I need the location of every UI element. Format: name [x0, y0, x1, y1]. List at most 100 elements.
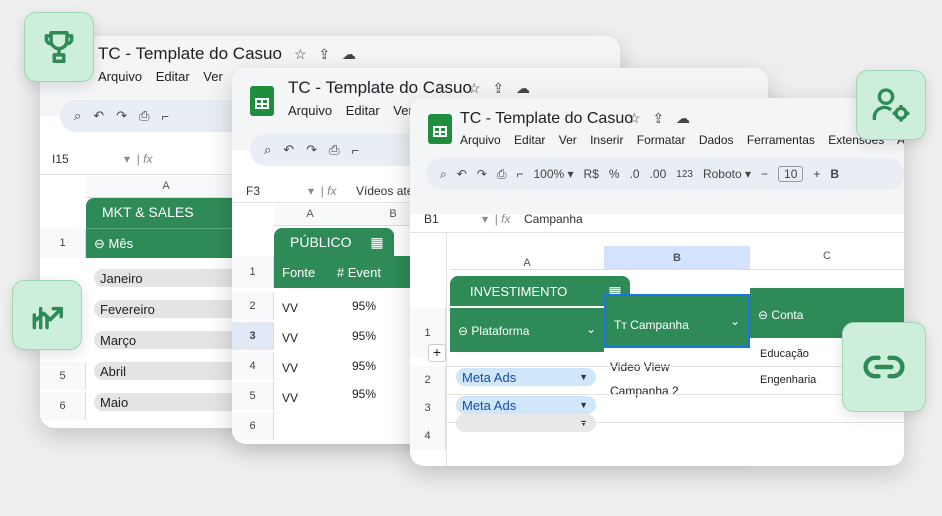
campaign-cell[interactable]: Video View: [610, 360, 670, 374]
cell[interactable]: VV: [282, 361, 298, 375]
currency-button[interactable]: R$: [584, 167, 599, 181]
row-header-1[interactable]: 1: [40, 228, 86, 258]
undo-icon[interactable]: ↶: [93, 108, 104, 124]
menu-editar[interactable]: Editar: [514, 133, 545, 147]
row-header-5[interactable]: 5: [40, 362, 86, 390]
row-header-3[interactable]: 3: [410, 394, 446, 422]
bold-button[interactable]: B: [830, 167, 839, 181]
column-header-a[interactable]: A: [450, 246, 604, 270]
search-icon[interactable]: ⌕: [74, 108, 81, 124]
toolbar: ⌕ ↶ ↷ ⎙ ⌐ 100% ▾ R$ % .0 .00 123 Roboto …: [426, 158, 904, 190]
redo-icon[interactable]: ↷: [306, 142, 317, 158]
month-chip[interactable]: Maio: [94, 393, 244, 411]
undo-icon[interactable]: ↶: [283, 142, 294, 158]
platform-chip[interactable]: Meta Ads ▼: [456, 396, 596, 414]
row-header-4[interactable]: 4: [232, 352, 274, 380]
cell[interactable]: 95%: [352, 299, 376, 313]
menu-editar[interactable]: Editar: [156, 69, 190, 84]
cell[interactable]: VV: [282, 301, 298, 315]
zoom-select[interactable]: 100% ▾: [533, 167, 573, 181]
user-settings-badge: [856, 70, 926, 140]
field-header-campanha[interactable]: Tт Campanha ⌄: [604, 294, 750, 348]
row-header-2[interactable]: 2: [410, 366, 446, 394]
cell[interactable]: 95%: [352, 329, 376, 343]
title-actions[interactable]: ☆ ⇪ ☁: [468, 80, 534, 97]
field-fonte[interactable]: Fonte: [282, 265, 315, 280]
menu-formatar[interactable]: Formatar: [637, 133, 686, 147]
row-header-4[interactable]: 4: [410, 422, 446, 450]
menu-arquivo[interactable]: Arquivo: [288, 103, 332, 118]
redo-icon[interactable]: ↷: [477, 167, 487, 181]
more-formats-button[interactable]: 123: [676, 169, 693, 180]
cell[interactable]: VV: [282, 331, 298, 345]
dropdown-chip-icon: ⊖: [458, 324, 469, 338]
formula-content[interactable]: Campanha: [524, 212, 583, 226]
cell-reference[interactable]: F3: [246, 184, 260, 198]
search-icon[interactable]: ⌕: [264, 142, 271, 158]
undo-icon[interactable]: ↶: [457, 167, 467, 181]
group-title: INVESTIMENTO: [470, 284, 568, 299]
title-actions[interactable]: ☆ ⇪ ☁: [628, 110, 694, 127]
search-icon[interactable]: ⌕: [440, 167, 447, 182]
fx-icon: ▾ | fx: [482, 212, 511, 226]
row-header-6[interactable]: 6: [40, 392, 86, 420]
menu-arquivo[interactable]: Arquivo: [98, 69, 142, 84]
cell-reference[interactable]: B1: [424, 212, 439, 226]
month-chip[interactable]: Abril: [94, 362, 244, 380]
font-select[interactable]: Roboto ▾: [703, 167, 751, 181]
cell[interactable]: 95%: [352, 359, 376, 373]
menu-inserir[interactable]: Inserir: [590, 133, 623, 147]
row-header-6[interactable]: 6: [232, 412, 274, 440]
platform-chip[interactable]: Meta Ads ▼: [456, 368, 596, 386]
redo-icon[interactable]: ↷: [116, 108, 127, 124]
cell[interactable]: 95%: [352, 387, 376, 401]
column-header-c[interactable]: C: [750, 246, 904, 270]
font-size-input[interactable]: 10: [778, 166, 804, 182]
month-chip[interactable]: Março: [94, 331, 244, 349]
account-cell[interactable]: Engenharia: [760, 374, 816, 386]
fx-icon: ▾ | fx: [308, 184, 337, 198]
column-header-a[interactable]: A: [86, 176, 246, 198]
month-chip[interactable]: Fevereiro: [94, 300, 244, 318]
row-header-5[interactable]: 5: [232, 382, 274, 410]
print-icon[interactable]: ⎙: [329, 142, 339, 158]
decrease-decimal-button[interactable]: .0: [630, 167, 640, 181]
field-event[interactable]: # Event: [337, 265, 381, 280]
row-header-3[interactable]: 3: [232, 322, 274, 350]
campaign-cell[interactable]: Campanha 2: [610, 384, 679, 398]
paint-format-icon[interactable]: ⌐: [352, 143, 360, 158]
cell[interactable]: VV: [282, 391, 298, 405]
account-cell[interactable]: Educação: [760, 348, 809, 360]
table-icon[interactable]: ▦: [360, 228, 394, 256]
field-header-mes[interactable]: ⊖ Mês: [86, 228, 246, 258]
title-actions[interactable]: ☆ ⇪ ☁: [294, 46, 360, 63]
increase-decimal-button[interactable]: .00: [650, 167, 667, 181]
add-row-button[interactable]: +: [428, 344, 446, 362]
chevron-down-icon: ⌄: [585, 322, 596, 336]
paint-format-icon[interactable]: ⌐: [516, 167, 523, 181]
column-header-b[interactable]: B: [604, 246, 750, 270]
menu-editar[interactable]: Editar: [346, 103, 380, 118]
font-size-decrease[interactable]: −: [761, 167, 768, 181]
platform-chip-empty[interactable]: ▼: [456, 414, 596, 432]
print-icon[interactable]: ⎙: [139, 108, 149, 124]
month-chip[interactable]: Janeiro: [94, 269, 244, 287]
row-header-2[interactable]: 2: [232, 292, 274, 320]
text-type-icon: Tт: [614, 318, 627, 332]
menu-ferramentas[interactable]: Ferramentas: [747, 133, 815, 147]
cell-reference[interactable]: I15: [52, 152, 69, 166]
print-icon[interactable]: ⎙: [497, 167, 507, 182]
menu-ver[interactable]: Ver: [203, 69, 223, 84]
menu-ver[interactable]: Ver: [559, 133, 577, 147]
column-header-a[interactable]: A: [274, 204, 346, 226]
paint-format-icon[interactable]: ⌐: [162, 109, 170, 124]
menu-bar: Arquivo Editar Ver: [288, 103, 423, 118]
font-size-increase[interactable]: +: [813, 167, 820, 181]
percent-button[interactable]: %: [609, 167, 620, 181]
menu-arquivo[interactable]: Arquivo: [460, 133, 501, 147]
dropdown-chip-icon: ⊖: [758, 308, 769, 322]
menu-dados[interactable]: Dados: [699, 133, 734, 147]
field-label: Conta: [771, 308, 804, 322]
row-header-1[interactable]: 1: [232, 256, 274, 288]
field-header-plataforma[interactable]: ⊖ Plataforma ⌄: [450, 308, 604, 352]
